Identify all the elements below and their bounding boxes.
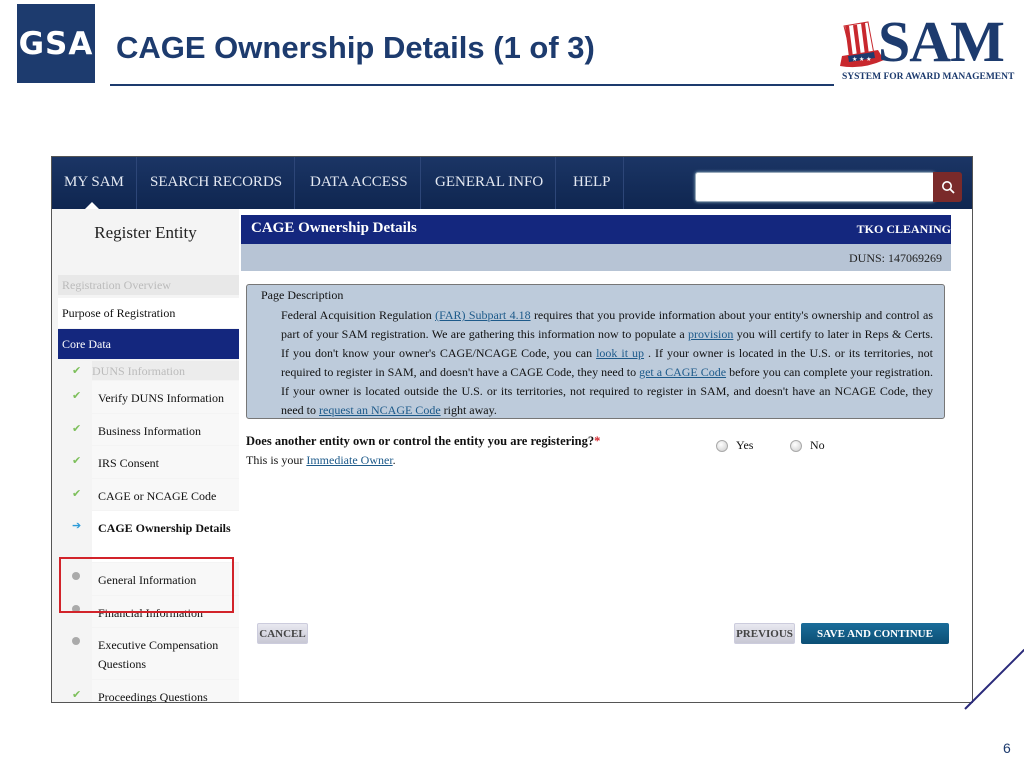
sidebar-item-cage-ncage-code[interactable]: ✔ CAGE or NCAGE Code — [58, 479, 239, 511]
page-number: 6 — [1003, 740, 1011, 756]
page-description-heading: Page Description — [261, 288, 344, 302]
search-icon — [941, 181, 955, 194]
check-icon: ✔ — [72, 488, 82, 500]
provision-link[interactable]: provision — [688, 327, 733, 341]
sidebar-item-irs-consent[interactable]: ✔ IRS Consent — [58, 446, 239, 479]
sidebar-item-registration-overview: Registration Overview — [58, 275, 239, 295]
sam-wordmark: SAM — [878, 9, 1005, 74]
search-input[interactable] — [695, 172, 935, 202]
required-marker: * — [594, 434, 601, 448]
nav-data-access[interactable]: DATA ACCESS — [298, 157, 421, 209]
immediate-owner-note: This is your Immediate Owner. — [246, 453, 396, 467]
check-icon: ✔ — [72, 365, 82, 377]
title-divider — [110, 84, 834, 86]
sam-tagline: SYSTEM FOR AWARD MANAGEMENT — [842, 72, 1015, 82]
sam-screenshot: MY SAM SEARCH RECORDS DATA ACCESS GENERA… — [51, 156, 973, 703]
svg-text:★ ★ ★: ★ ★ ★ — [852, 56, 871, 63]
check-icon: ✔ — [72, 455, 82, 467]
search-button[interactable] — [933, 172, 962, 202]
check-icon: ✔ — [72, 689, 82, 701]
save-and-continue-button[interactable]: SAVE AND CONTINUE — [801, 623, 949, 644]
radio-button[interactable] — [790, 439, 802, 452]
radio-button[interactable] — [716, 439, 728, 452]
sidebar-item-duns-information: ✔ DUNS Information — [58, 361, 239, 381]
duns-bar: DUNS: 147069269 — [241, 244, 951, 271]
check-icon: ✔ — [72, 423, 82, 435]
nav-help[interactable]: HELP — [561, 157, 624, 209]
cancel-button[interactable]: CANCEL — [257, 623, 308, 644]
radio-no[interactable]: No — [790, 438, 825, 453]
duns-value: 147069269 — [888, 251, 942, 265]
sidebar-item-executive-compensation[interactable]: Executive Compensation Questions — [58, 628, 239, 680]
page-description-text: Federal Acquisition Regulation (FAR) Sub… — [281, 308, 933, 417]
page-description-box: Page Description Federal Acquisition Reg… — [246, 284, 945, 419]
get-cage-code-link[interactable]: get a CAGE Code — [639, 365, 726, 379]
look-it-up-link[interactable]: look it up — [596, 346, 644, 360]
sidebar-heading: Register Entity — [94, 223, 197, 242]
sidebar-item-proceedings-questions[interactable]: ✔ Proceedings Questions — [58, 680, 239, 702]
immediate-owner-link[interactable]: Immediate Owner — [306, 453, 392, 467]
sidebar-item-verify-duns[interactable]: ✔ Verify DUNS Information — [58, 381, 239, 414]
check-icon: ✔ — [72, 390, 82, 402]
arrow-right-icon: ➔ — [72, 520, 82, 532]
previous-button[interactable]: PREVIOUS — [734, 623, 795, 644]
entity-name: TKO CLEANING — [856, 222, 951, 236]
page-corner-divider — [964, 648, 1024, 710]
page-header: CAGE Ownership Details TKO CLEANING — [241, 215, 951, 244]
far-subpart-link[interactable]: (FAR) Subpart 4.18 — [435, 308, 531, 322]
sidebar-item-cage-ownership-details[interactable]: ➔ CAGE Ownership Details — [58, 511, 239, 563]
pending-dot-icon — [72, 636, 86, 648]
duns-label: DUNS: — [848, 251, 885, 265]
nav-general-info[interactable]: GENERAL INFO — [423, 157, 557, 209]
request-ncage-code-link[interactable]: request an NCAGE Code — [319, 403, 441, 417]
top-navbar: MY SAM SEARCH RECORDS DATA ACCESS GENERA… — [52, 157, 972, 210]
gsa-logo: GSA — [17, 4, 95, 83]
sidebar-item-purpose[interactable]: Purpose of Registration — [58, 298, 239, 328]
nav-search-records[interactable]: SEARCH RECORDS — [138, 157, 296, 209]
ownership-question: Does another entity own or control the e… — [246, 434, 601, 448]
radio-yes[interactable]: Yes — [716, 438, 753, 453]
registration-sidebar: Register Entity Registration Overview Pu… — [52, 209, 239, 702]
sidebar-item-core-data[interactable]: Core Data — [58, 329, 239, 359]
sam-logo: ★ ★ ★ SAM SYSTEM FOR AWARD MANAGEMENT — [838, 9, 1018, 86]
page-title: CAGE Ownership Details — [251, 220, 417, 236]
sidebar-item-business-information[interactable]: ✔ Business Information — [58, 414, 239, 446]
current-step-highlight — [59, 557, 234, 613]
slide-title: CAGE Ownership Details (1 of 3) — [116, 30, 595, 65]
